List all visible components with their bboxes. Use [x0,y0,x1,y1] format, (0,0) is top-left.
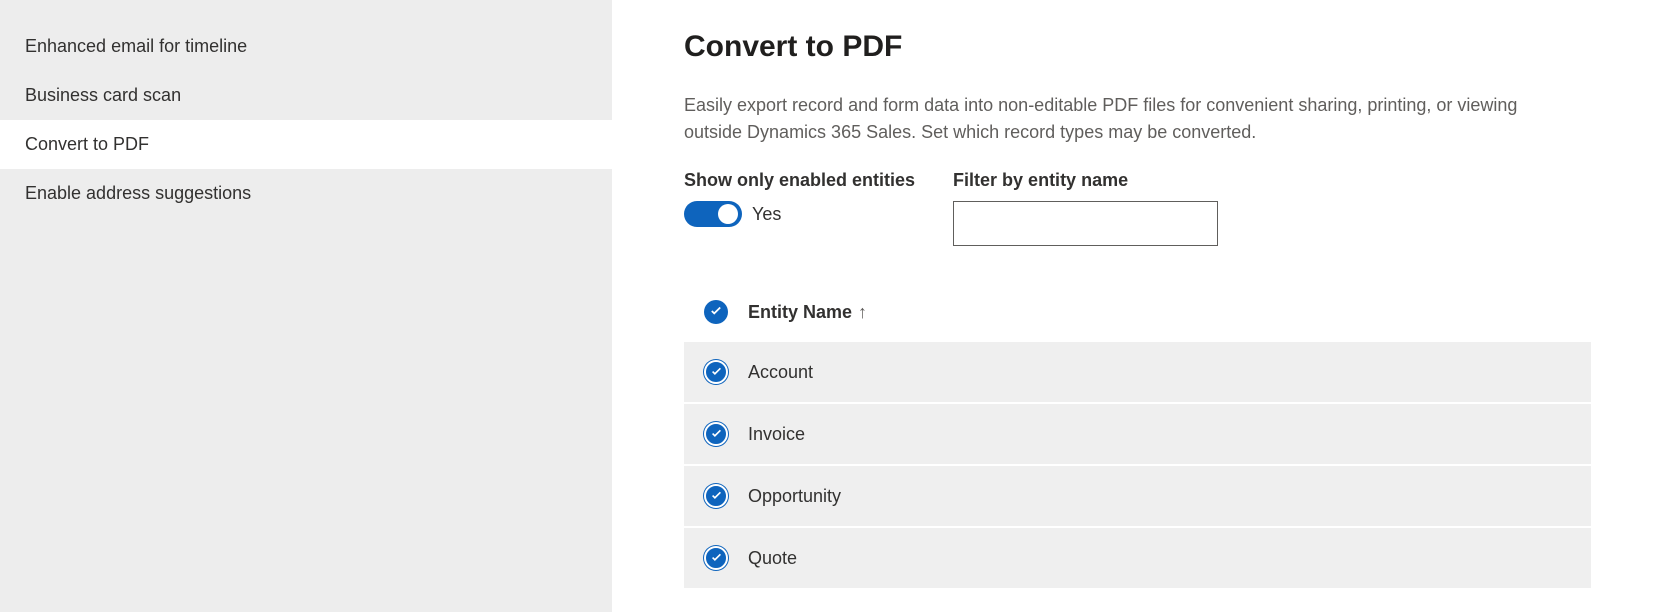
entity-name-cell: Invoice [748,424,805,445]
checkmark-icon [710,366,723,379]
table-row[interactable]: Opportunity [684,466,1591,528]
toggle-row: Yes [684,201,915,227]
entity-name-column-header[interactable]: Entity Name ↑ [748,302,867,323]
main-content: Convert to PDF Easily export record and … [612,0,1663,612]
row-checkbox[interactable] [704,546,728,570]
sidebar: Enhanced email for timeline Business car… [0,0,612,612]
table-row[interactable]: Account [684,342,1591,404]
entity-table: Entity Name ↑ Account Invoice Opportunit… [684,288,1591,590]
sidebar-item-convert-to-pdf[interactable]: Convert to PDF [0,120,612,169]
entity-name-cell: Account [748,362,813,383]
sidebar-item-business-card-scan[interactable]: Business card scan [0,71,612,120]
toggle-value: Yes [752,204,781,225]
page-description: Easily export record and form data into … [684,92,1564,146]
table-header-row: Entity Name ↑ [684,288,1591,342]
checkmark-icon [710,428,723,441]
entity-name-cell: Quote [748,548,797,569]
filter-input[interactable] [953,201,1218,246]
filter-label: Filter by entity name [953,170,1218,191]
row-checkbox[interactable] [704,484,728,508]
checkmark-icon [710,552,723,565]
toggle-label: Show only enabled entities [684,170,915,191]
page-title: Convert to PDF [684,30,1591,64]
sidebar-item-enable-address-suggestions[interactable]: Enable address suggestions [0,169,612,218]
sidebar-item-enhanced-email[interactable]: Enhanced email for timeline [0,22,612,71]
row-checkbox[interactable] [704,422,728,446]
checkmark-icon [709,305,723,319]
table-row[interactable]: Quote [684,528,1591,590]
table-row[interactable]: Invoice [684,404,1591,466]
select-all-checkbox[interactable] [704,300,728,324]
sort-ascending-icon: ↑ [858,302,867,323]
column-header-text: Entity Name [748,302,852,323]
controls-row: Show only enabled entities Yes Filter by… [684,170,1591,246]
enabled-entities-toggle[interactable] [684,201,742,227]
row-checkbox[interactable] [704,360,728,384]
filter-group: Filter by entity name [953,170,1218,246]
entity-name-cell: Opportunity [748,486,841,507]
toggle-group: Show only enabled entities Yes [684,170,915,246]
checkmark-icon [710,490,723,503]
